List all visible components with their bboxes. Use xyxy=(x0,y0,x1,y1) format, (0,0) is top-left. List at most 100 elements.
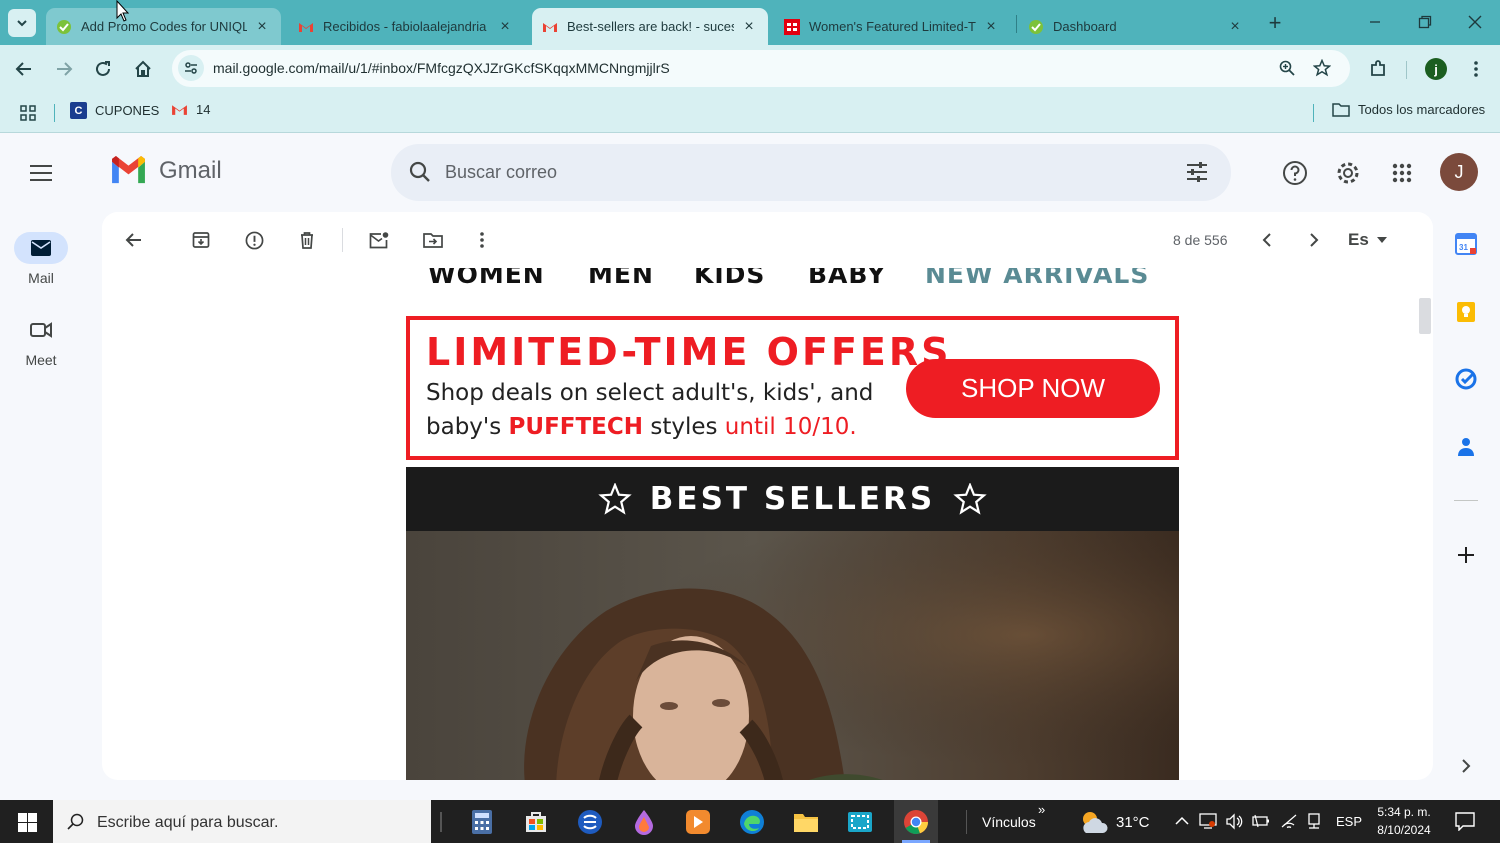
battery-icon[interactable] xyxy=(1252,814,1270,828)
rail-mail[interactable]: Mail xyxy=(0,232,82,286)
notification-center-icon[interactable] xyxy=(1455,812,1475,831)
search-icon[interactable] xyxy=(409,161,431,183)
volume-icon[interactable] xyxy=(1226,813,1244,830)
zoom-button[interactable] xyxy=(1275,56,1299,80)
tab-gmail-inbox[interactable]: Recibidos - fabiolaalejandria × xyxy=(288,8,524,45)
move-to-button[interactable] xyxy=(419,226,447,254)
chrome-app-active[interactable] xyxy=(894,800,938,843)
account-avatar[interactable]: J xyxy=(1440,153,1478,191)
restore-button[interactable] xyxy=(1410,8,1440,36)
edge-browser-app[interactable] xyxy=(736,806,768,838)
shop-now-button[interactable]: SHOP NOW xyxy=(906,359,1160,418)
tab-best-sellers[interactable]: Best-sellers are back! - sucesos × xyxy=(532,8,768,45)
close-icon[interactable]: × xyxy=(496,18,514,36)
nav-kids-link[interactable]: KIDS xyxy=(694,268,765,289)
banner-line-1: Shop deals on select adult's, kids', and xyxy=(426,380,874,406)
address-bar[interactable]: mail.google.com/mail/u/1/#inbox/FMfcgzQX… xyxy=(172,50,1350,87)
network-icon[interactable] xyxy=(1306,813,1322,830)
contacts-app-button[interactable] xyxy=(1452,433,1480,461)
start-button[interactable] xyxy=(10,806,44,838)
back-to-inbox-button[interactable] xyxy=(120,226,148,254)
pinned-app-drop[interactable] xyxy=(628,806,660,838)
get-addons-button[interactable] xyxy=(1452,541,1480,569)
settings-button[interactable] xyxy=(1333,158,1363,188)
close-icon[interactable]: × xyxy=(982,18,1000,36)
links-expand-icon[interactable]: » xyxy=(1038,802,1045,817)
home-button[interactable] xyxy=(129,55,157,83)
calendar-app-button[interactable]: 31 xyxy=(1452,230,1480,258)
show-side-panel-button[interactable] xyxy=(1452,752,1480,780)
clock[interactable]: 5:34 p. m. 8/10/2024 xyxy=(1368,803,1440,839)
delete-button[interactable] xyxy=(293,226,321,254)
url-text[interactable]: mail.google.com/mail/u/1/#inbox/FMfcgzQX… xyxy=(213,60,670,76)
tab-uniqlo-promo[interactable]: Add Promo Codes for UNIQLO × xyxy=(46,8,281,45)
file-explorer-app[interactable] xyxy=(790,806,822,838)
pinned-app-screen[interactable] xyxy=(844,806,876,838)
site-info-button[interactable] xyxy=(178,55,204,81)
main-menu-button[interactable] xyxy=(24,156,58,190)
bookmark-cupones[interactable]: C CUPONES xyxy=(70,102,159,119)
report-spam-button[interactable] xyxy=(240,226,268,254)
clock-date: 8/10/2024 xyxy=(1377,823,1431,837)
tab-title: Recibidos - fabiolaalejandria xyxy=(323,19,487,34)
nav-women-link[interactable]: WOMEN xyxy=(428,268,545,289)
wifi-icon[interactable] xyxy=(1280,813,1298,829)
filter-options-icon[interactable] xyxy=(1186,161,1208,183)
arrow-right-icon xyxy=(57,62,73,76)
tab-dashboard[interactable]: Dashboard × xyxy=(1018,8,1254,45)
tasks-app-button[interactable] xyxy=(1452,365,1480,393)
new-tab-button[interactable]: + xyxy=(1262,10,1288,36)
microsoft-store-app[interactable] xyxy=(520,806,552,838)
device-security-icon[interactable] xyxy=(1199,813,1217,830)
close-icon[interactable]: × xyxy=(1226,18,1244,36)
nav-new-arrivals-link[interactable]: NEW ARRIVALS xyxy=(925,268,1149,289)
support-button[interactable] xyxy=(1280,158,1310,188)
weather-widget[interactable]: 31°C xyxy=(1080,809,1150,835)
mark-unread-button[interactable] xyxy=(365,226,393,254)
rail-meet[interactable]: Meet xyxy=(0,314,82,368)
nav-men-link[interactable]: MEN xyxy=(588,268,654,289)
input-language-button[interactable]: Es xyxy=(1348,230,1387,250)
google-apps-button[interactable] xyxy=(1387,158,1417,188)
calculator-app[interactable] xyxy=(466,806,498,838)
gmail-logo[interactable]: Gmail xyxy=(109,156,222,185)
pinned-app-blue[interactable] xyxy=(574,806,606,838)
all-bookmarks-button[interactable]: Todos los marcadores xyxy=(1332,102,1485,117)
close-icon[interactable]: × xyxy=(740,18,758,36)
profile-avatar[interactable]: j xyxy=(1425,58,1447,80)
search-input[interactable]: Buscar correo xyxy=(445,162,557,183)
input-language-indicator[interactable]: ESP xyxy=(1336,814,1362,829)
browser-menu-button[interactable] xyxy=(1462,55,1490,83)
puzzle-icon xyxy=(1371,60,1385,76)
plus-icon xyxy=(1458,547,1474,563)
bookmarks-divider xyxy=(1313,104,1314,122)
back-button[interactable] xyxy=(10,55,38,83)
close-window-button[interactable] xyxy=(1460,8,1490,36)
minimize-button[interactable] xyxy=(1360,8,1390,36)
search-bar[interactable]: Buscar correo xyxy=(391,144,1231,201)
limited-offers-banner[interactable]: LIMITED-TIME OFFERS Shop deals on select… xyxy=(406,316,1179,460)
links-toolbar-label[interactable]: Vínculos xyxy=(982,814,1036,830)
bookmark-gmail[interactable]: 14 xyxy=(171,102,210,117)
nav-baby-link[interactable]: BABY xyxy=(808,268,886,289)
older-message-button[interactable] xyxy=(1300,226,1328,254)
chevron-up-icon[interactable] xyxy=(1175,816,1189,826)
archive-button[interactable] xyxy=(187,226,215,254)
reload-button[interactable] xyxy=(89,55,117,83)
extensions-button[interactable] xyxy=(1364,55,1392,83)
close-icon[interactable]: × xyxy=(253,18,271,36)
newer-message-button[interactable] xyxy=(1253,226,1281,254)
best-sellers-photo[interactable] xyxy=(406,531,1179,780)
more-actions-button[interactable] xyxy=(468,226,496,254)
tab-search-button[interactable] xyxy=(8,9,36,37)
pinned-app-orange[interactable] xyxy=(682,806,714,838)
taskbar-search-box[interactable]: Escribe aquí para buscar. xyxy=(53,800,431,843)
taskbar-search-input[interactable]: Escribe aquí para buscar. xyxy=(97,814,278,832)
forward-button[interactable] xyxy=(50,55,78,83)
bookmark-star-button[interactable] xyxy=(1310,56,1334,80)
message-scrollbar-thumb[interactable] xyxy=(1419,298,1431,334)
keep-app-button[interactable] xyxy=(1452,298,1480,326)
store-bag-icon xyxy=(526,812,546,832)
apps-button[interactable] xyxy=(16,101,40,125)
tab-uniqlo-featured[interactable]: Women's Featured Limited-Time × xyxy=(774,8,1010,45)
